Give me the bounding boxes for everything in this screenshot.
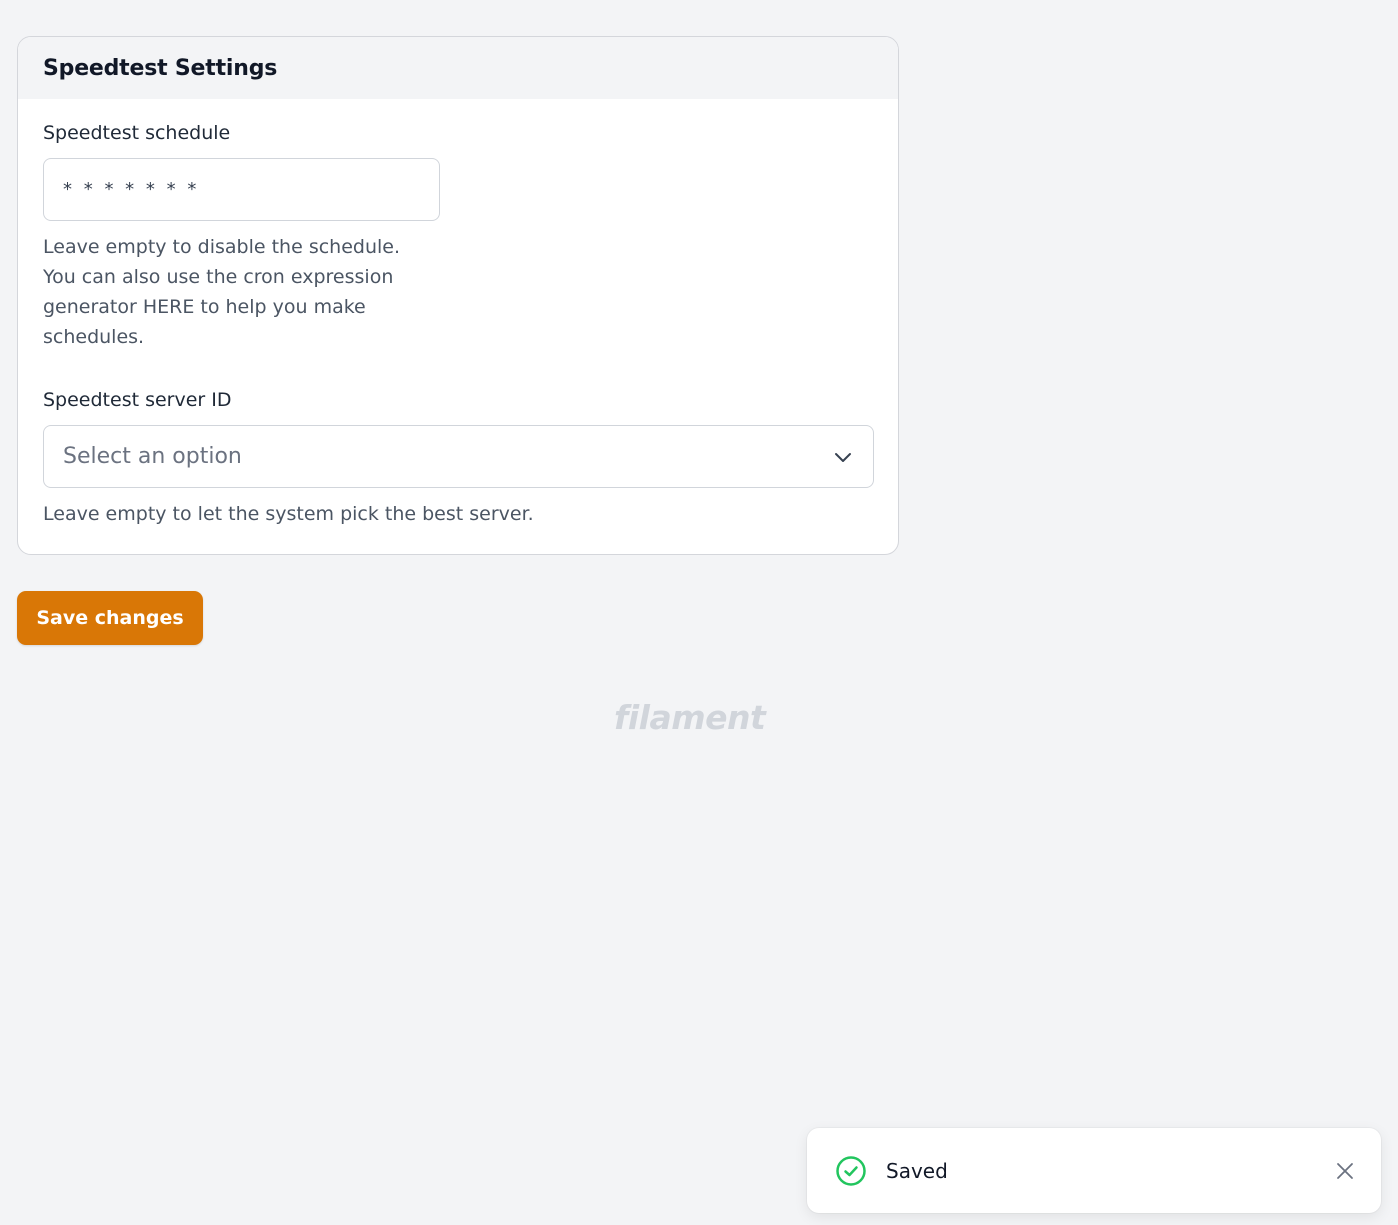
server-id-helper-text: Leave empty to let the system pick the b… [43,503,534,525]
server-id-label: Speedtest server ID [43,389,232,411]
card-header: Speedtest Settings [18,37,898,99]
check-circle-icon [835,1155,867,1187]
schedule-label: Speedtest schedule [43,122,231,144]
server-id-select[interactable]: Select an option [43,425,874,488]
schedule-helper-text: Leave empty to disable the schedule. You… [43,236,401,348]
settings-card: Speedtest Settings Speedtest schedule * … [17,36,899,555]
chevron-down-icon [832,446,854,468]
save-changes-button[interactable]: Save changes [17,591,203,645]
saved-notification: Saved [807,1128,1381,1213]
close-icon[interactable] [1334,1160,1356,1182]
server-id-placeholder: Select an option [63,444,242,469]
notification-message: Saved [886,1158,948,1183]
filament-logo: filament [614,698,766,737]
card-title: Speedtest Settings [43,55,278,81]
schedule-input[interactable]: * * * * * * * [43,158,440,221]
